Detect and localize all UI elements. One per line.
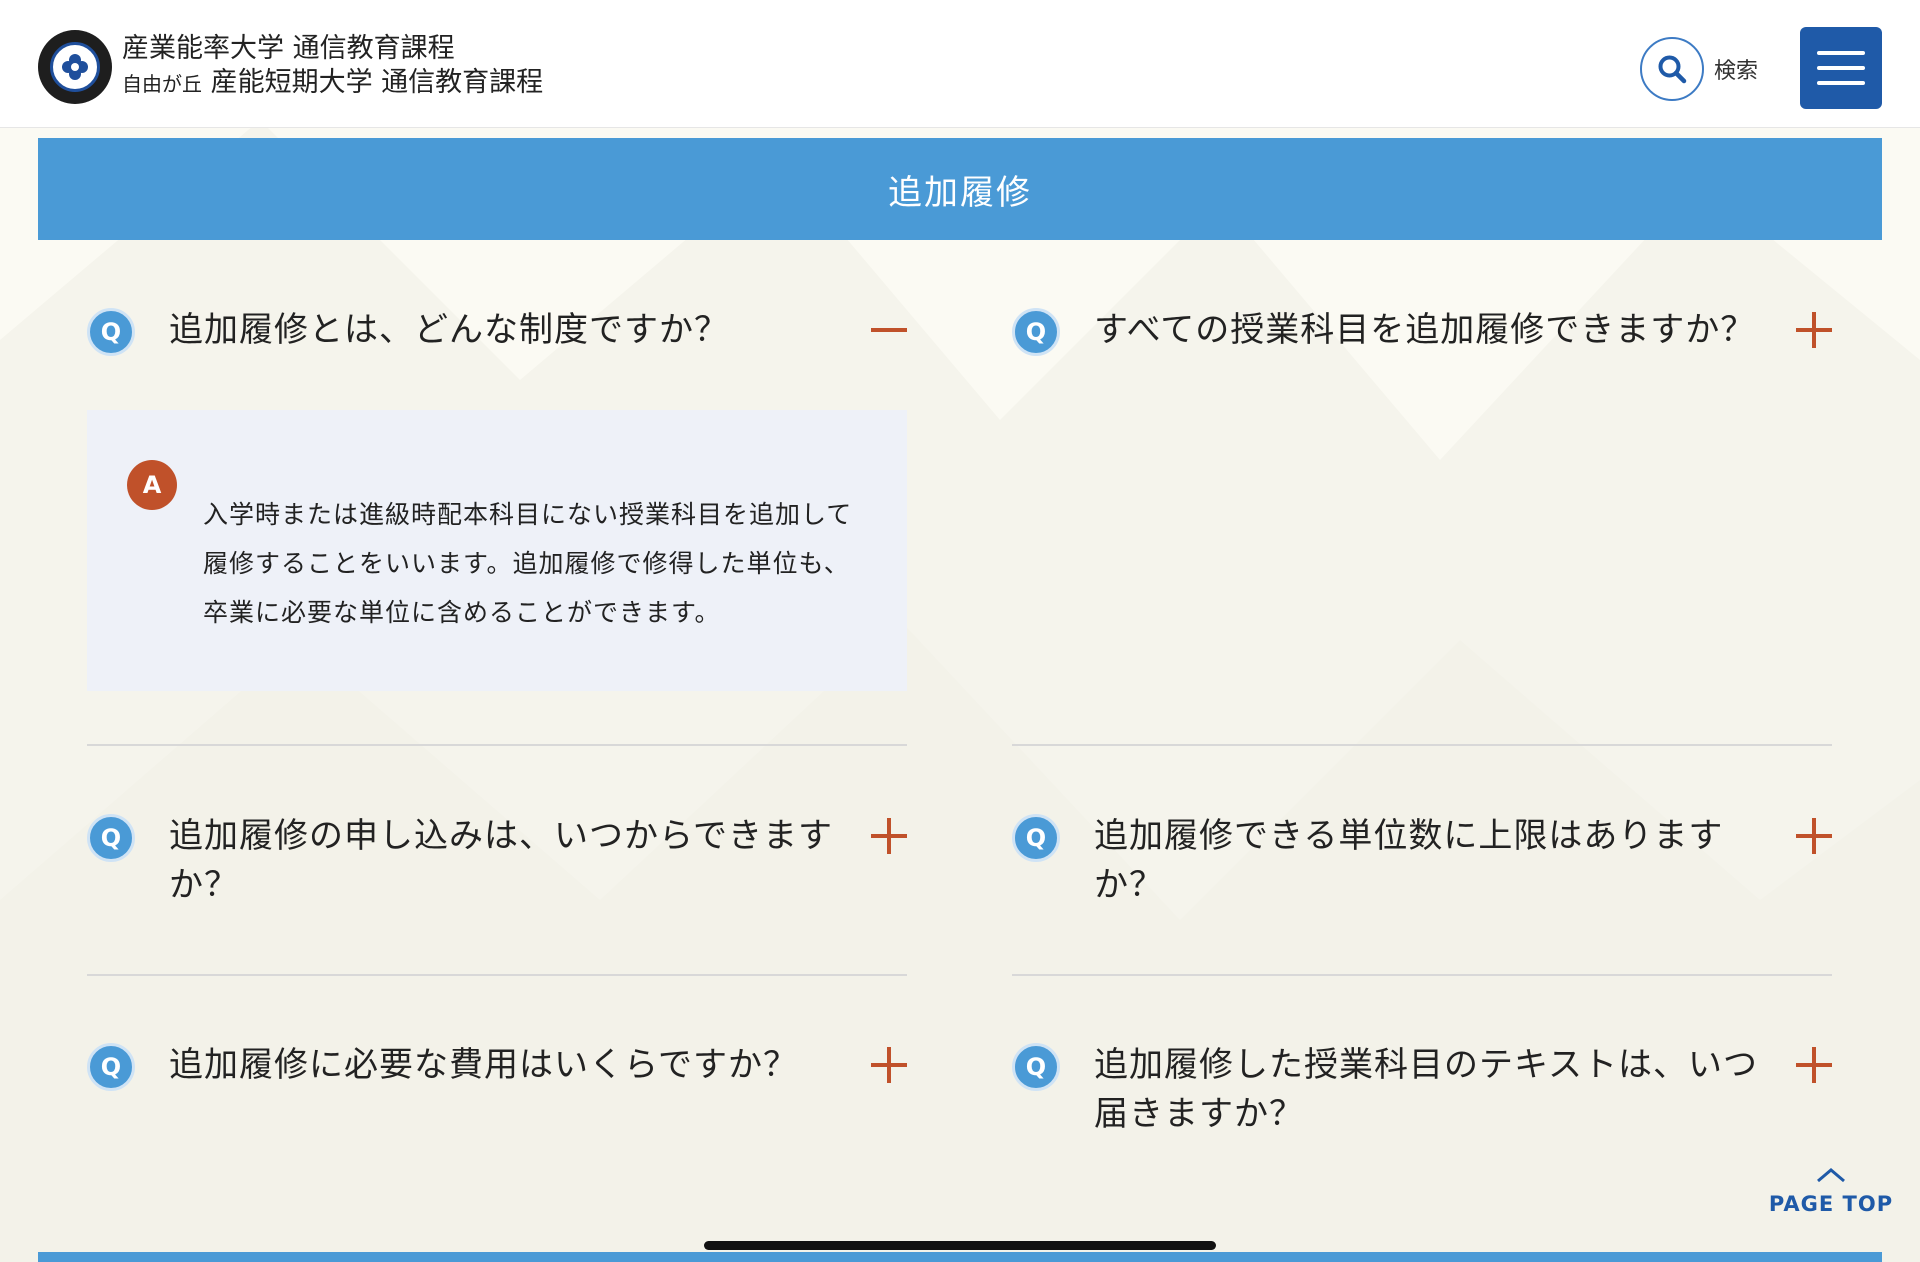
answer-badge: A (127, 460, 177, 510)
hamburger-menu-icon (1817, 51, 1865, 55)
question-badge: Q (87, 1043, 135, 1091)
flower-emblem-icon (62, 54, 88, 80)
hamburger-menu-button[interactable] (1800, 27, 1882, 109)
faq-item: Q 追加履修に必要な費用はいくらですか？ (87, 1041, 907, 1091)
faq-column-left: Q 追加履修とは、どんな制度ですか？ A 入学時または進級時配本科目にない授業科… (87, 306, 907, 691)
chevron-up-icon (1817, 1168, 1845, 1183)
faq-item: Q 追加履修した授業科目のテキストは、いつ届きますか？ (1012, 1041, 1832, 1139)
faq-divider (1012, 744, 1832, 746)
faq-question-toggle[interactable]: Q 追加履修に必要な費用はいくらですか？ (87, 1041, 907, 1091)
faq-question-text: 追加履修できる単位数に上限はありますか？ (1094, 816, 1724, 905)
search-button[interactable]: 検索 (1640, 36, 1758, 102)
hamburger-bar (1817, 66, 1865, 70)
site-title-line2: 自由が丘 産能短期大学 通信教育課程 (122, 66, 543, 100)
logo-emblem-icon (50, 42, 100, 92)
faq-column-left-2: Q 追加履修の申し込みは、いつからできますか？ (87, 812, 907, 910)
home-indicator[interactable] (704, 1241, 1216, 1250)
site-title-line1: 産業能率大学 通信教育課程 (122, 33, 455, 64)
section-title: 追加履修 (888, 172, 1032, 213)
search-icon (1640, 37, 1704, 101)
faq-column-right-2: Q 追加履修できる単位数に上限はありますか？ (1012, 812, 1832, 910)
faq-item: Q すべての授業科目を追加履修できますか？ (1012, 306, 1832, 356)
faq-answer-text: 入学時または進級時配本科目にない授業科目を追加して履修することをいいます。追加履… (203, 500, 853, 627)
faq-question-toggle[interactable]: Q 追加履修できる単位数に上限はありますか？ (1012, 812, 1832, 910)
faq-question-text: 追加履修とは、どんな制度ですか？ (169, 310, 729, 350)
faq-column-right: Q すべての授業科目を追加履修できますか？ (1012, 306, 1832, 356)
site-header: 産業能率大学 通信教育課程 自由が丘 産能短期大学 通信教育課程 検索 (0, 0, 1920, 128)
plus-icon[interactable] (1796, 818, 1832, 854)
site-title[interactable]: 産業能率大学 通信教育課程 自由が丘 産能短期大学 通信教育課程 (122, 32, 543, 100)
faq-column-left-3: Q 追加履修に必要な費用はいくらですか？ (87, 1041, 907, 1091)
section-heading-banner: 追加履修 (38, 138, 1882, 240)
site-title-prefix: 自由が丘 (122, 71, 202, 96)
question-badge: Q (1012, 1043, 1060, 1091)
question-badge: Q (1012, 308, 1060, 356)
search-label: 検索 (1714, 59, 1759, 84)
faq-item: Q 追加履修の申し込みは、いつからできますか？ (87, 812, 907, 910)
faq-item: Q 追加履修とは、どんな制度ですか？ A 入学時または進級時配本科目にない授業科… (87, 306, 907, 691)
faq-question-text: 追加履修した授業科目のテキストは、いつ届きますか？ (1094, 1045, 1758, 1134)
plus-icon[interactable] (1796, 312, 1832, 348)
faq-divider (87, 974, 907, 976)
faq-question-toggle[interactable]: Q 追加履修の申し込みは、いつからできますか？ (87, 812, 907, 910)
faq-column-right-3: Q 追加履修した授業科目のテキストは、いつ届きますか？ (1012, 1041, 1832, 1139)
site-title-main: 産能短期大学 通信教育課程 (210, 66, 544, 98)
minus-icon[interactable] (871, 312, 907, 348)
question-badge: Q (87, 814, 135, 862)
plus-icon[interactable] (871, 1047, 907, 1083)
faq-question-toggle[interactable]: Q 追加履修とは、どんな制度ですか？ (87, 306, 907, 356)
page-top-button[interactable]: PAGE TOP (1756, 1166, 1906, 1216)
faq-divider (87, 744, 907, 746)
faq-question-text: 追加履修の申し込みは、いつからできますか？ (169, 816, 833, 905)
university-logo[interactable] (38, 30, 112, 104)
faq-item: Q 追加履修できる単位数に上限はありますか？ (1012, 812, 1832, 910)
faq-answer-panel: A 入学時または進級時配本科目にない授業科目を追加して履修することをいいます。追… (87, 410, 907, 691)
faq-question-text: すべての授業科目を追加履修できますか？ (1094, 310, 1756, 350)
question-badge: Q (1012, 814, 1060, 862)
faq-divider (1012, 974, 1832, 976)
plus-icon[interactable] (871, 818, 907, 854)
hamburger-bar (1817, 81, 1865, 85)
page-top-label: PAGE TOP (1768, 1192, 1894, 1216)
question-badge: Q (87, 308, 135, 356)
faq-question-toggle[interactable]: Q すべての授業科目を追加履修できますか？ (1012, 306, 1832, 356)
faq-question-toggle[interactable]: Q 追加履修した授業科目のテキストは、いつ届きますか？ (1012, 1041, 1832, 1139)
footer-band (38, 1252, 1882, 1262)
plus-icon[interactable] (1796, 1047, 1832, 1083)
faq-question-text: 追加履修に必要な費用はいくらですか？ (169, 1045, 798, 1085)
